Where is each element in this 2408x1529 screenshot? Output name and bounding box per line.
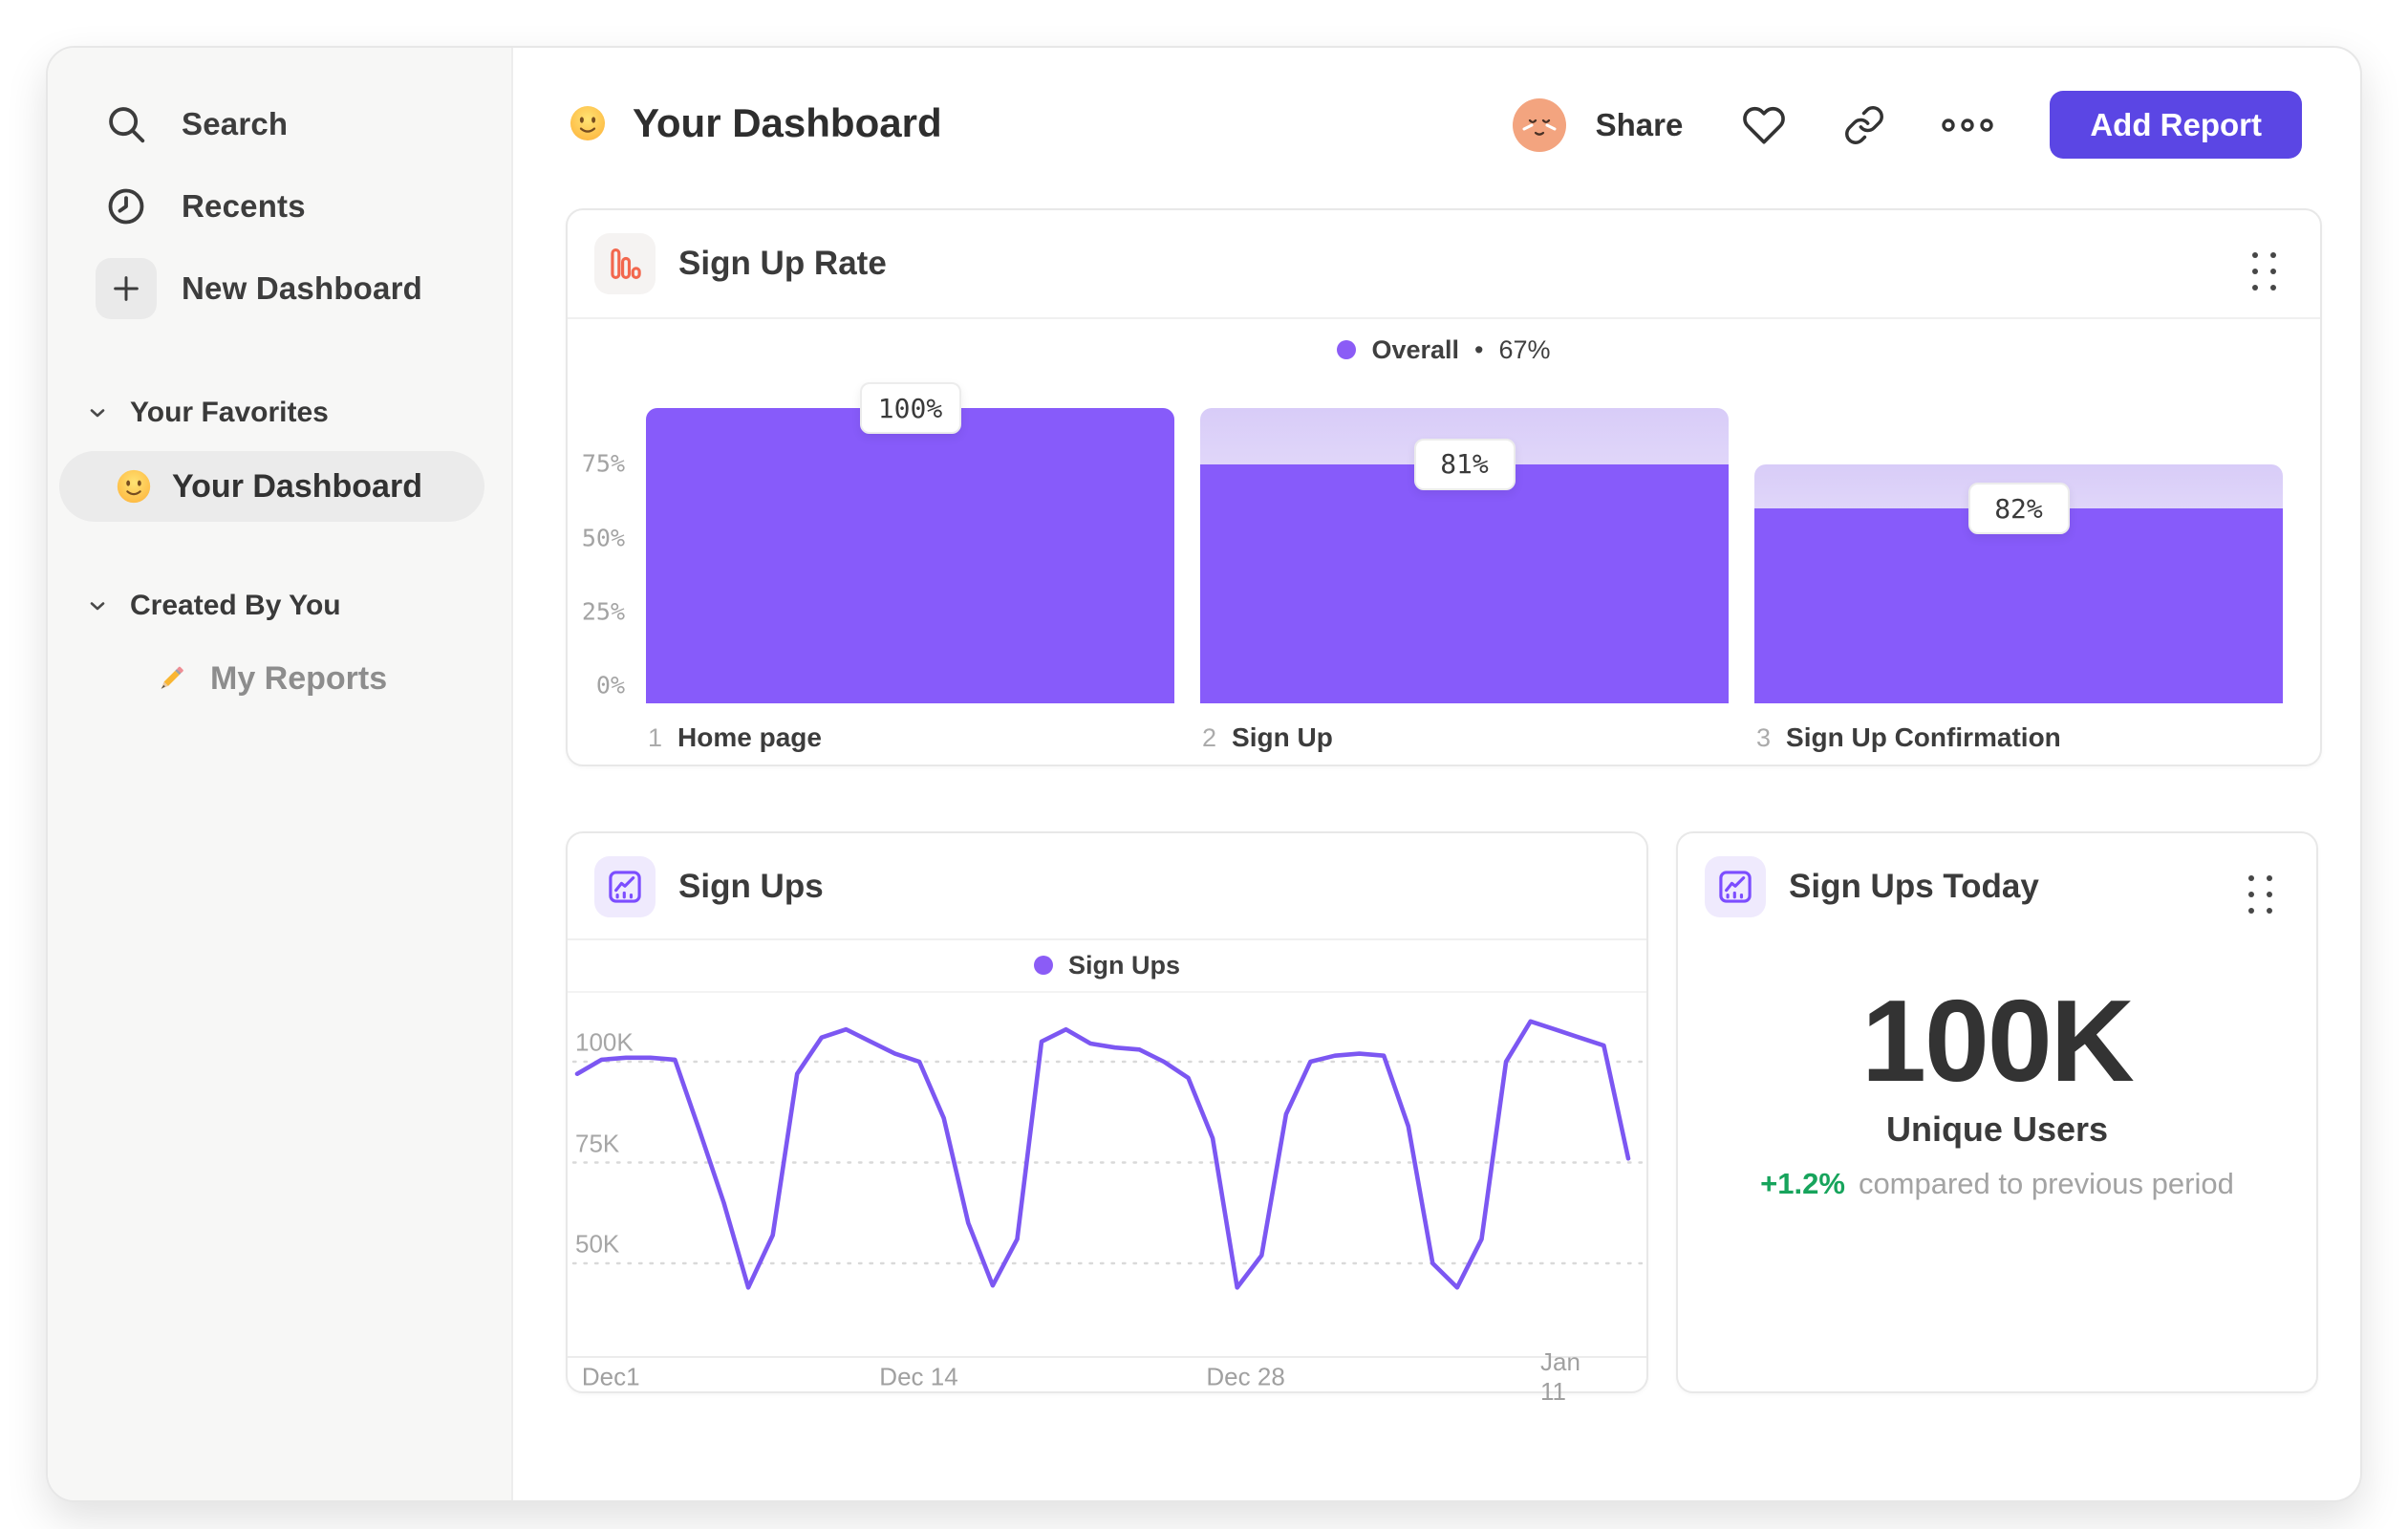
metric-delta: +1.2%: [1760, 1167, 1845, 1200]
drag-handle-icon[interactable]: [2248, 875, 2272, 914]
card-title: Sign Ups: [678, 868, 824, 905]
funnel-bar[interactable]: [646, 408, 1174, 703]
funnel-value-label: 81%: [1413, 438, 1516, 490]
step-name: Sign Up: [1232, 722, 1333, 752]
y-axis-label: 50K: [575, 1229, 620, 1259]
clock-icon: [96, 176, 157, 237]
favorite-heart-icon[interactable]: [1742, 103, 1786, 147]
x-axis-line: [568, 1356, 1646, 1358]
funnel-plot: 75% 50% 25% 0% 100% 1 Home page 81% 2 Sign Up 82% 3…: [568, 210, 2320, 764]
y-axis-label: 100K: [575, 1027, 634, 1057]
share-button[interactable]: Share: [1596, 107, 1684, 143]
page-title: Your Dashboard: [568, 90, 942, 157]
sign-up-rate-card: Sign Up Rate Overall • 67% 75% 50% 25% 0% 10…: [566, 208, 2322, 766]
sign-ups-line-svg: [571, 1019, 1646, 1290]
sidebar-item-label: Recents: [182, 188, 306, 224]
sidebar-item-label: Your Dashboard: [172, 467, 422, 505]
plus-icon: [96, 258, 157, 319]
funnel-value-label: 82%: [1967, 483, 2070, 535]
funnel-y-tick: 50%: [581, 524, 625, 551]
metric-delta-row: +1.2% compared to previous period: [1678, 1167, 2316, 1201]
funnel-value-label: 100%: [859, 382, 961, 434]
x-axis-label: Dec1: [581, 1362, 640, 1391]
card-header: Sign Ups Today: [1705, 856, 2039, 917]
header-actions: Share Add Report: [1512, 91, 2302, 159]
x-axis-label: Jan 11: [1540, 1347, 1580, 1406]
section-created-by-you[interactable]: Created By You: [86, 587, 341, 625]
sidebar-item-your-dashboard[interactable]: Your Dashboard: [59, 451, 484, 522]
sidebar-item-recents[interactable]: Recents: [96, 176, 306, 237]
sidebar-item-label: Search: [182, 106, 289, 141]
section-title: Created By You: [130, 590, 341, 621]
copy-link-icon[interactable]: [1843, 104, 1885, 146]
legend-dot: [1033, 956, 1053, 975]
step-number: 2: [1202, 722, 1217, 752]
y-axis-label: 75K: [575, 1129, 620, 1157]
chevron-down-icon: [86, 401, 109, 424]
section-your-favorites[interactable]: Your Favorites: [86, 394, 329, 432]
line-legend: Sign Ups: [568, 940, 1646, 990]
chevron-down-icon: [86, 594, 109, 617]
metric-delta-note: compared to previous period: [1858, 1167, 2234, 1200]
sidebar-item-my-reports[interactable]: My Reports: [151, 652, 387, 705]
line-chart-icon: [1705, 856, 1766, 917]
add-report-button[interactable]: Add Report: [2050, 91, 2302, 159]
metric-label: Unique Users: [1885, 1109, 2109, 1149]
step-name: Home page: [677, 722, 822, 752]
sign-ups-today-card: Sign Ups Today 100K Unique Users +1.2% c…: [1676, 831, 2318, 1393]
dashboard-title: Your Dashboard: [633, 100, 942, 145]
funnel-y-tick: 75%: [581, 449, 625, 478]
card-header: Sign Ups: [594, 856, 824, 917]
metric-value: 100K: [1861, 976, 2135, 1106]
funnel-step-label: 2 Sign Up: [1202, 722, 1333, 753]
funnel-y-tick: 25%: [581, 597, 625, 626]
sidebar: Search Recents New Dashboard Your Favori…: [48, 48, 513, 1500]
more-options-icon[interactable]: [1941, 116, 1994, 135]
line-plot: 100K 75K 50K: [568, 991, 1650, 1356]
smiley-emoji-icon: [115, 467, 153, 506]
search-icon: [96, 94, 157, 155]
sidebar-item-label: New Dashboard: [182, 270, 422, 306]
sidebar-item-new-dashboard[interactable]: New Dashboard: [96, 258, 422, 319]
funnel-y-tick: 0%: [595, 671, 625, 700]
funnel-step-label: 1 Home page: [648, 722, 822, 753]
user-avatar[interactable]: [1512, 97, 1567, 153]
x-axis-label: Dec 14: [879, 1362, 958, 1391]
sidebar-item-search[interactable]: Search: [96, 94, 288, 155]
funnel-bar[interactable]: [1754, 508, 2283, 703]
pencil-emoji-icon: [151, 658, 191, 699]
sign-ups-card: Sign Ups Sign Ups 100K 75K 50K Dec1 Dec 14 D…: [566, 831, 1650, 1406]
step-number: 3: [1756, 722, 1772, 752]
card-title: Sign Ups Today: [1789, 868, 2039, 905]
x-axis-label: Dec 28: [1206, 1362, 1285, 1391]
app-window: Search Recents New Dashboard Your Favori…: [46, 46, 2362, 1502]
step-number: 1: [648, 722, 663, 752]
line-chart-icon: [594, 856, 656, 917]
section-title: Your Favorites: [130, 397, 329, 428]
funnel-step-label: 3 Sign Up Confirmation: [1756, 722, 2061, 753]
step-name: Sign Up Confirmation: [1786, 722, 2061, 752]
legend-label: Sign Ups: [1067, 950, 1180, 980]
smiley-emoji-icon: [568, 103, 608, 143]
sidebar-item-label: My Reports: [210, 659, 388, 697]
funnel-bar[interactable]: [1200, 463, 1729, 703]
